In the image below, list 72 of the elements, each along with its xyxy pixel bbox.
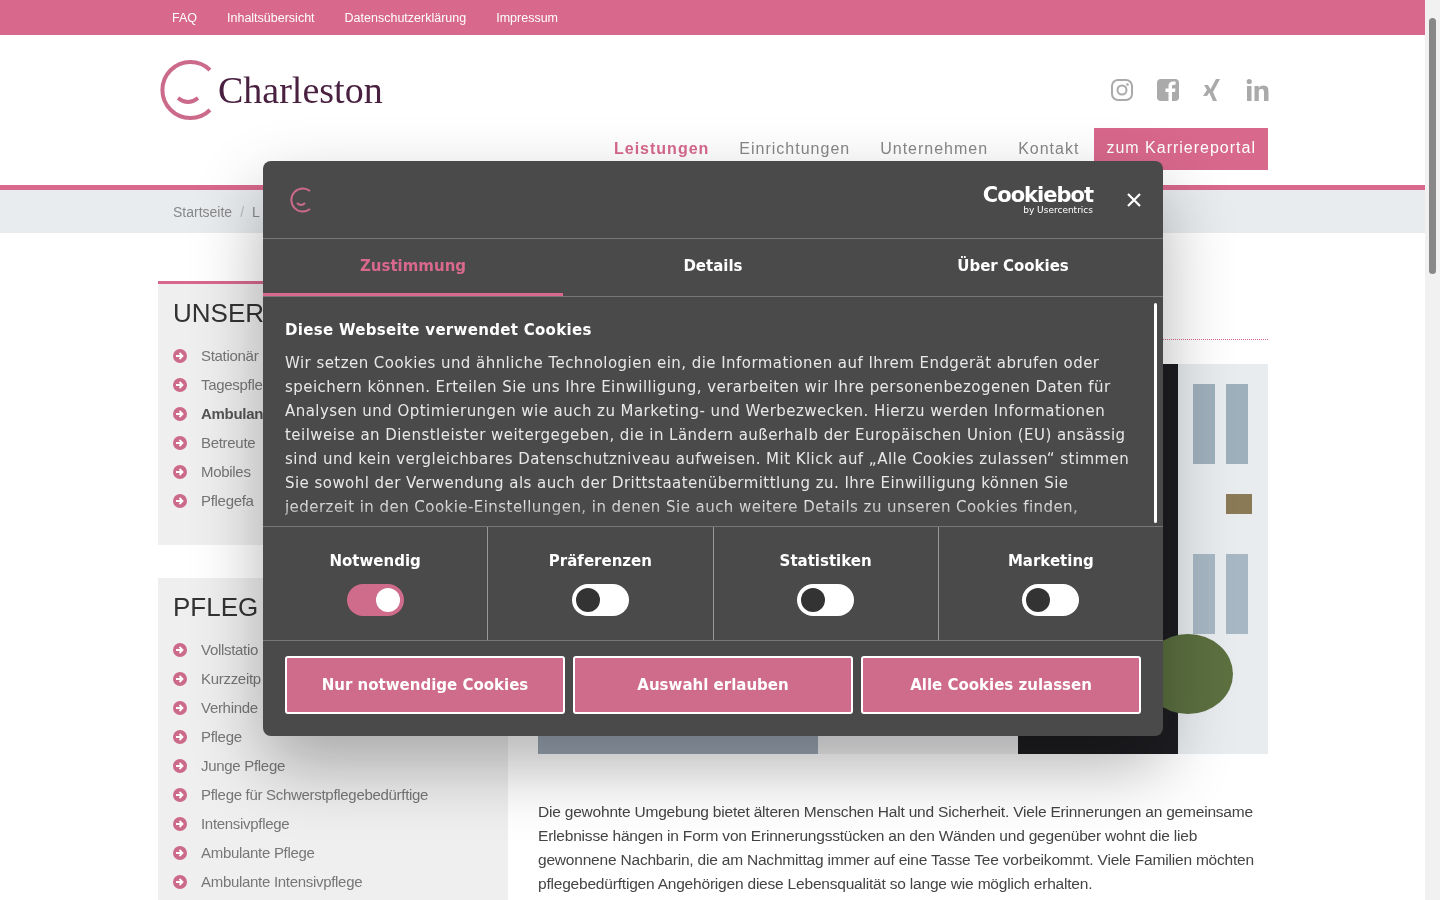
sidebar-link[interactable]: Stationär	[201, 347, 259, 364]
sidebar-link[interactable]: Ambulante Intensivpflege	[201, 873, 363, 890]
arrow-circle-icon	[173, 377, 187, 392]
breadcrumb-link[interactable]: L	[252, 203, 260, 220]
category-label: Notwendig	[329, 552, 421, 570]
arrow-circle-icon	[173, 816, 187, 831]
sidebar-link[interactable]: Ambulan	[201, 405, 264, 422]
scrollbar[interactable]	[1425, 0, 1440, 900]
sidebar-heading: UNSER	[173, 298, 264, 329]
brand-subtitle: by Usercentrics	[1023, 204, 1093, 215]
close-icon[interactable]	[1127, 192, 1141, 207]
sidebar-link[interactable]: Junge Pflege	[201, 757, 285, 774]
top-link[interactable]: Datenschutzerklärung	[344, 10, 467, 25]
nav-link[interactable]: Leistungen	[614, 140, 710, 158]
toggle-switch[interactable]	[797, 584, 855, 616]
arrow-circle-icon	[173, 700, 187, 715]
dialog-tab[interactable]: Zustimmung	[263, 239, 563, 296]
arrow-circle-icon	[173, 729, 187, 744]
arrow-circle-icon	[173, 758, 187, 773]
sidebar-link[interactable]: Pflege für Schwerstpflegebedürftige	[201, 786, 429, 803]
logo-icon	[289, 185, 313, 214]
sidebar-link[interactable]: Pflegefa	[201, 492, 254, 509]
logo-text[interactable]: Charleston	[218, 68, 383, 112]
arrow-circle-icon	[173, 464, 187, 479]
arrow-circle-icon	[173, 874, 187, 889]
consent-button[interactable]: Nur notwendige Cookies	[285, 656, 565, 714]
sidebar-link[interactable]: Tagespfle	[201, 376, 263, 393]
arrow-circle-icon	[173, 493, 187, 508]
category-label: Statistiken	[779, 552, 872, 570]
breadcrumb-separator: /	[240, 203, 245, 220]
career-button[interactable]: zum Karriereportal	[1094, 128, 1268, 170]
sidebar-link[interactable]: Ambulante Pflege	[201, 844, 315, 861]
sidebar-link[interactable]: Betreute	[201, 434, 256, 451]
body-paragraph: Die gewohnte Umgebung bietet älteren Menschen Halt und Sicherheit. Viele Erinnerungen an gemeinsame Erlebnisse hängen in Form von Erinnerungsstücken an den Wänden und gegenüber wohnt die lieb gewonnene Nachbarin, die am Nachmittag immer auf eine Tasse Tee vorbeikommt. Viele Familien möchten pflegebedürftigen Angehörigen diese Lebensqualität so lange wie möglich erhalten.	[538, 802, 1255, 894]
toggle-switch[interactable]	[346, 584, 404, 616]
arrow-circle-icon	[173, 642, 187, 657]
consent-button[interactable]: Auswahl erlauben	[573, 656, 853, 714]
toggle-switch[interactable]	[571, 584, 629, 616]
breadcrumb-link[interactable]: Startseite	[173, 203, 233, 220]
brand-logo-text: Cookiebot	[982, 184, 1093, 205]
nav-link[interactable]: Einrichtungen	[739, 140, 851, 158]
arrow-circle-icon	[173, 348, 187, 363]
arrow-circle-icon	[173, 845, 187, 860]
camera-icon[interactable]	[1110, 78, 1134, 102]
sidebar-link[interactable]: Intensivpflege	[201, 815, 290, 832]
top-link[interactable]: FAQ	[172, 10, 197, 25]
scrollbar[interactable]	[1154, 303, 1157, 523]
toggle-switch[interactable]	[1022, 584, 1080, 616]
f-square-icon[interactable]	[1156, 78, 1180, 102]
dialog-tab[interactable]: Über Cookies	[863, 239, 1163, 296]
top-link[interactable]: Impressum	[496, 10, 558, 25]
arrow-circle-icon	[173, 435, 187, 450]
sidebar-link[interactable]: Verhinde	[201, 699, 258, 716]
dialog-title: Diese Webseite verwendet Cookies	[285, 321, 593, 339]
arrow-circle-icon	[173, 406, 187, 421]
logo-icon	[158, 58, 214, 122]
sidebar-link[interactable]: Kurzzeitp	[201, 670, 261, 687]
top-link[interactable]: Inhaltsübersicht	[227, 10, 315, 25]
nav-link[interactable]: Kontakt	[1018, 140, 1080, 158]
consent-text: Wir setzen Cookies und ähnliche Technologien ein, die Informationen auf Ihrem Endgerät abrufen oder speichern können. Erteilen Sie uns Ihre Einwilligung, verarbeiten wir Ihre personenbezogenen Daten für Analysen und Optimierungen wie auch zu Marketing- und Werbezwecken. Hierzu werden Informationen teilweise an Dienstleister weitergegeben, die in Ländern außerhalb der Europäischen Union (EU) ansässig sind und kein vergleichbares Datenschutzniveau aufweisen. Mit Klick auf „Alle Cookies zulassen“ stimmen Sie sowohl der Verwendung als auch der Drittstaatenübermittlung zu. Ihre Einwilligung können Sie jederzeit in den Cookie-Einstellungen, in denen Sie auch weitere Details zu unseren Cookies finden,	[285, 353, 1131, 518]
category-label: Marketing	[1007, 552, 1094, 570]
arrow-circle-icon	[173, 787, 187, 802]
in-icon[interactable]	[1246, 78, 1270, 102]
consent-button[interactable]: Alle Cookies zulassen	[861, 656, 1141, 714]
sidebar-link[interactable]: Vollstatio	[201, 641, 259, 658]
dialog-tab[interactable]: Details	[563, 239, 863, 296]
nav-link[interactable]: Unternehmen	[880, 140, 989, 158]
arrow-circle-icon	[173, 671, 187, 686]
sidebar-heading: PFLEG	[173, 592, 259, 623]
category-label: Präferenzen	[548, 552, 652, 570]
sidebar-link[interactable]: Pflege	[201, 728, 242, 745]
sidebar-link[interactable]: Mobiles	[201, 463, 251, 480]
